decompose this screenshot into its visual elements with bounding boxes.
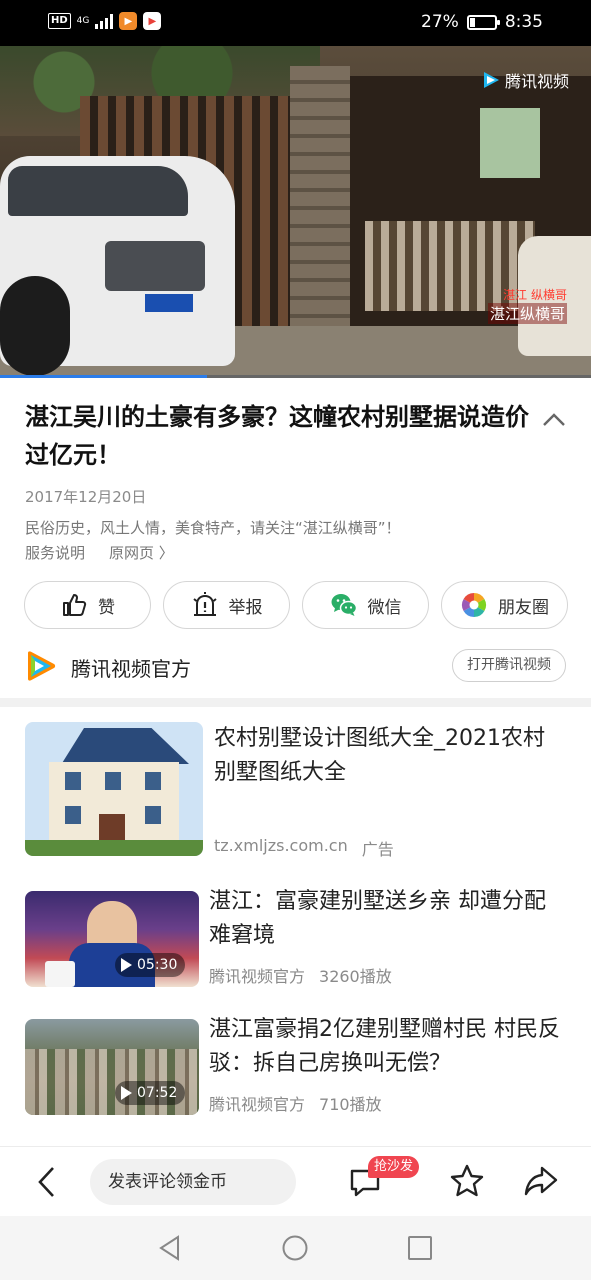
- house-window: [105, 772, 121, 790]
- house-window: [145, 806, 161, 824]
- video-meta: 腾讯视频官方 3260播放: [209, 963, 392, 987]
- ad-thumbnail: [25, 722, 203, 856]
- house-grass: [25, 840, 203, 856]
- source-name[interactable]: 腾讯视频官方: [71, 653, 191, 682]
- battery-level: [469, 17, 475, 27]
- list-item[interactable]: 05:30 湛江：富豪建别墅送乡亲 却遭分配难窘境 腾讯视频官方 3260播放: [25, 889, 566, 987]
- video-player[interactable]: 腾讯视频 湛江 纵横哥 湛江纵横哥: [0, 46, 591, 378]
- video-meta: 腾讯视频官方 710播放: [209, 1091, 382, 1115]
- action-row: 赞 举报 微信 朋友圈: [24, 581, 568, 629]
- star-icon[interactable]: [449, 1163, 485, 1199]
- tencent-video-logo-icon[interactable]: [25, 651, 57, 681]
- like-label: 赞: [98, 597, 115, 618]
- status-bar: HD 4G ▶ ▶ 27% 8:35: [0, 0, 591, 46]
- nav-recent-apps-icon[interactable]: [407, 1235, 433, 1261]
- source-page-link[interactable]: 原网页 〉: [109, 542, 174, 563]
- channel-watermark-small: 湛江 纵横哥: [503, 288, 567, 302]
- video-plays: 3260播放: [319, 967, 392, 986]
- ad-meta: tz.xmljzs.com.cn 广告: [214, 836, 394, 860]
- chevron-up-icon[interactable]: [542, 408, 566, 432]
- video-thumbnail: 05:30: [25, 891, 199, 987]
- signal-icon: [95, 13, 114, 29]
- house-window: [65, 772, 81, 790]
- thumbs-up-icon: [63, 594, 87, 616]
- share-icon[interactable]: [522, 1163, 560, 1199]
- channel-watermark: 湛江 纵横哥 湛江纵横哥: [487, 286, 567, 324]
- article-links: 服务说明 原网页 〉: [25, 542, 174, 563]
- video-plays: 710播放: [319, 1095, 382, 1114]
- duration-badge: 07:52: [115, 1081, 186, 1105]
- video-thumbnail: 07:52: [25, 1019, 199, 1115]
- moments-label: 朋友圈: [498, 597, 549, 618]
- source-row: 腾讯视频官方 打开腾讯视频: [25, 649, 566, 683]
- sofa-badge: 抢沙发: [368, 1156, 420, 1178]
- like-button[interactable]: 赞: [24, 581, 151, 629]
- moments-share-button[interactable]: 朋友圈: [441, 581, 568, 629]
- app-notification-icon: ▶: [119, 12, 138, 30]
- publish-date: 2017年12月20日: [25, 488, 147, 506]
- service-link[interactable]: 服务说明: [25, 542, 85, 563]
- ad-title: 农村别墅设计图纸大全_2021农村别墅图纸大全: [214, 726, 545, 785]
- report-label: 举报: [228, 597, 263, 618]
- status-right: 27% 8:35: [421, 12, 543, 32]
- report-icon: [192, 592, 217, 616]
- video-title: 湛江富豪捐2亿建别墅赠村民 村民反驳：拆自己房换叫无偿？: [209, 1017, 560, 1076]
- video-progress-fill: [0, 375, 207, 378]
- ad-domain: tz.xmljzs.com.cn: [214, 836, 348, 855]
- video-title: 湛江：富豪建别墅送乡亲 却遭分配难窘境: [209, 889, 546, 948]
- video-progress-bar[interactable]: [0, 375, 591, 378]
- house-window: [145, 772, 161, 790]
- wechat-label: 微信: [367, 597, 402, 618]
- house-window: [65, 806, 81, 824]
- wechat-icon: [331, 594, 357, 616]
- nav-back-icon[interactable]: [156, 1234, 184, 1262]
- article-title: 湛江吴川的土豪有多豪？这幢农村别墅据说造价过亿元！: [25, 403, 529, 469]
- battery-percent: 27%: [421, 12, 459, 32]
- house-door: [99, 814, 125, 842]
- hd-indicator: HD: [48, 13, 71, 29]
- nav-home-icon[interactable]: [281, 1234, 309, 1262]
- video-scene-pillar: [290, 66, 350, 356]
- video-logo-text: 腾讯视频: [504, 72, 569, 91]
- back-arrow-icon[interactable]: [34, 1165, 60, 1199]
- tencent-video-watermark: 腾讯视频: [481, 68, 569, 92]
- video-duration: 07:52: [137, 1085, 178, 1101]
- clock: 8:35: [504, 12, 543, 32]
- duration-badge: 05:30: [115, 953, 186, 977]
- play-icon: [121, 1086, 132, 1100]
- thumbnail-desk-card: [45, 961, 75, 987]
- bottom-toolbar: 发表评论领金币 抢沙发: [0, 1146, 591, 1216]
- comment-input[interactable]: 发表评论领金币: [90, 1159, 296, 1205]
- network-type: 4G: [76, 15, 90, 26]
- video-duration: 05:30: [137, 957, 178, 973]
- play-icon: [121, 958, 132, 972]
- open-tencent-video-button[interactable]: 打开腾讯视频: [452, 649, 566, 682]
- video-app-notification-icon: ▶: [143, 12, 162, 30]
- section-divider: [0, 698, 591, 707]
- video-source: 腾讯视频官方: [209, 1095, 306, 1114]
- moments-icon: [461, 593, 487, 617]
- report-button[interactable]: 举报: [163, 581, 290, 629]
- tencent-video-logo-icon: [483, 72, 499, 88]
- channel-watermark-text: 湛江纵横哥: [487, 303, 567, 324]
- video-scene-license-plate: [145, 294, 193, 312]
- video-scene-car-grille: [105, 241, 205, 291]
- battery-icon: [466, 14, 500, 30]
- system-nav-bar: [0, 1216, 591, 1280]
- ad-tag: 广告: [361, 840, 394, 859]
- video-scene-car-window: [8, 166, 188, 216]
- status-left: HD 4G ▶ ▶: [48, 12, 162, 30]
- ad-item[interactable]: 农村别墅设计图纸大全_2021农村别墅图纸大全 tz.xmljzs.com.cn…: [25, 722, 566, 862]
- article-description: 民俗历史，风土人情，美食特产，请关注“湛江纵横哥”！: [25, 519, 401, 537]
- list-item[interactable]: 07:52 湛江富豪捐2亿建别墅赠村民 村民反驳：拆自己房换叫无偿？ 腾讯视频官…: [25, 1017, 566, 1115]
- video-scene-window: [480, 108, 540, 178]
- wechat-share-button[interactable]: 微信: [302, 581, 429, 629]
- video-scene-wheel: [0, 276, 70, 376]
- house-roof: [61, 728, 189, 764]
- video-source: 腾讯视频官方: [209, 967, 306, 986]
